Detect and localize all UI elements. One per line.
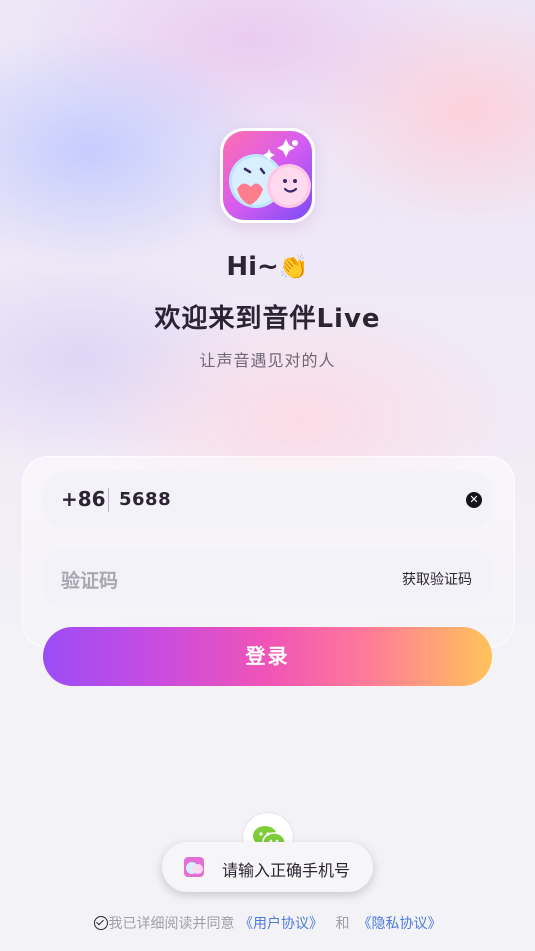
app-logo (220, 128, 315, 223)
login-button[interactable]: 登录 (43, 627, 492, 686)
toast-message: 请输入正确手机号 (162, 842, 373, 892)
country-code-selector[interactable]: +86 (61, 487, 106, 511)
agreement-prefix: 我已详细阅读并同意 (108, 916, 235, 932)
agreement-checkbox-icon[interactable] (93, 916, 108, 930)
verification-code-input[interactable]: 验证码 (61, 566, 118, 593)
phone-input-field[interactable]: +86 5688 ✕ (43, 471, 492, 529)
greeting-title: Hi~👏 (0, 252, 535, 282)
phone-number-input[interactable]: 5688 (119, 489, 171, 510)
agreement-row: 我已详细阅读并同意 《用户协议》 和《隐私协议》 (0, 913, 535, 933)
clapping-hands-icon: 👏 (278, 253, 309, 281)
privacy-agreement-link[interactable]: 《隐私协议》 (357, 916, 441, 932)
agreement-and-text: 和 (335, 916, 350, 932)
user-agreement-link[interactable]: 《用户协议》 (239, 916, 323, 932)
greeting-text: Hi~ (226, 252, 279, 282)
clear-icon[interactable]: ✕ (466, 492, 482, 508)
slogan-text: 让声音遇见对的人 (199, 351, 336, 370)
toast-text: 请输入正确手机号 (222, 861, 351, 880)
app-icon (184, 857, 204, 877)
get-code-button[interactable]: 获取验证码 (402, 569, 472, 589)
input-divider (108, 488, 109, 512)
welcome-title: 欢迎来到音伴Live (154, 304, 381, 334)
verification-code-field[interactable]: 验证码 获取验证码 (43, 549, 492, 607)
